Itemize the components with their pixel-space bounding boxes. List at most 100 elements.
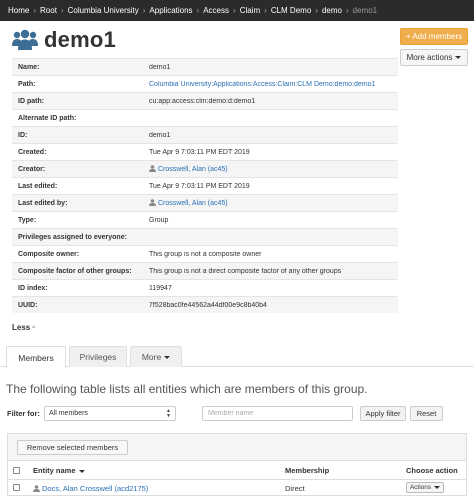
breadcrumb-separator-icon: › [33, 6, 37, 15]
detail-row-uuid: UUID: 7f528bac0fe44562a44df00e9c8b40b4 [12, 296, 398, 313]
detail-label: Created: [18, 148, 47, 156]
detail-label: ID index: [18, 284, 48, 292]
apply-filter-button[interactable]: Apply filter [360, 406, 406, 421]
detail-label: Composite factor of other groups: [18, 267, 132, 275]
breadcrumb-separator-icon: › [60, 6, 64, 15]
breadcrumb-applications[interactable]: Applications [149, 6, 192, 15]
member-name-input[interactable] [202, 406, 353, 421]
members-table-header: Entity name Membership Choose action [8, 461, 466, 480]
membership-cell: Direct [285, 484, 305, 493]
tab-more[interactable]: More [130, 346, 182, 367]
tab-members[interactable]: Members [6, 346, 66, 368]
breadcrumb-separator-icon: › [264, 6, 267, 15]
breadcrumb-separator-icon: › [196, 6, 200, 15]
detail-value: 7f528bac0fe44562a44df00e9c8b40b4 [149, 301, 267, 309]
detail-row-composite-factor: Composite factor of other groups: This g… [12, 262, 398, 279]
caret-down-icon [434, 486, 441, 489]
entity-link[interactable]: Docs, Alan Crosswell (acd2175) [42, 484, 148, 493]
tabs-bar: Members Privileges More [0, 345, 474, 368]
page-header: demo1 [12, 26, 116, 54]
user-icon [149, 199, 156, 206]
filter-select-value: All members [49, 410, 88, 417]
last-edited-by-link[interactable]: Crosswell, Alan (ac45) [158, 200, 228, 207]
detail-label: Type: [18, 216, 37, 224]
add-members-button[interactable]: + Add members [400, 28, 468, 45]
detail-value: demo1 [149, 131, 171, 139]
caret-down-icon [455, 56, 462, 59]
detail-value: demo1 [149, 63, 171, 71]
remove-selected-members-button[interactable]: Remove selected members [17, 440, 128, 455]
caret-down-icon [164, 355, 171, 359]
breadcrumb-separator-icon: › [315, 6, 318, 15]
detail-label: Name: [18, 63, 40, 71]
entity-name-column-header[interactable]: Entity name [33, 466, 85, 475]
filter-select[interactable]: All members ▲ ▼ [44, 406, 176, 421]
breadcrumb-columbia[interactable]: Columbia University [68, 6, 139, 15]
detail-row-id-path: ID path: cu:app:access:clm:demo:d:demo1 [12, 92, 398, 109]
user-icon [149, 165, 156, 172]
breadcrumb-home[interactable]: Home [8, 6, 29, 15]
detail-label: Privileges assigned to everyone: [18, 233, 127, 241]
detail-row-last-edited-by: Last edited by: Crosswell, Alan (ac45) [12, 194, 398, 211]
choose-action-column-header: Choose action [406, 466, 458, 475]
reset-button[interactable]: Reset [410, 406, 443, 421]
detail-label: Alternate ID path: [18, 114, 77, 122]
detail-row-id-index: ID index: 119947 [12, 279, 398, 296]
detail-row-alternate-id-path: Alternate ID path: [12, 109, 398, 126]
breadcrumb-clm-demo[interactable]: CLM Demo [271, 6, 311, 15]
detail-row-composite-owner: Composite owner: This group is not a com… [12, 245, 398, 262]
less-label: Less [12, 323, 31, 332]
row-actions-button[interactable]: Actions [406, 482, 444, 493]
detail-value: This group is not a composite owner [149, 250, 262, 258]
select-arrows-icon: ▲ ▼ [166, 408, 171, 419]
members-table: Remove selected members Entity name Memb… [7, 433, 467, 496]
members-table-toolbar: Remove selected members [8, 434, 466, 461]
breadcrumb-root[interactable]: Root [40, 6, 57, 15]
detail-value: Crosswell, Alan (ac45) [149, 165, 398, 173]
sort-caret-icon [78, 469, 85, 473]
detail-row-path: Path: Columbia University:Applications:A… [12, 75, 398, 92]
detail-row-name: Name: demo1 [12, 58, 398, 75]
tab-privileges[interactable]: Privileges [69, 346, 127, 367]
creator-link[interactable]: Crosswell, Alan (ac45) [158, 166, 228, 173]
user-icon [33, 485, 40, 492]
caret-up-icon: ^ [32, 326, 36, 332]
breadcrumb-demo[interactable]: demo [322, 6, 342, 15]
detail-label: Path: [18, 80, 36, 88]
breadcrumb-current: demo1 [352, 6, 378, 15]
membership-column-header: Membership [285, 466, 330, 475]
detail-value-path-link[interactable]: Columbia University:Applications:Access:… [149, 81, 398, 88]
detail-value: Group [149, 216, 169, 224]
filter-label: Filter for: [7, 409, 40, 418]
breadcrumb-claim[interactable]: Claim [240, 6, 260, 15]
detail-row-privileges-everyone: Privileges assigned to everyone: [12, 228, 398, 245]
less-toggle[interactable]: Less ^ [12, 323, 35, 332]
row-actions-label: Actions [409, 484, 432, 491]
row-checkbox[interactable] [13, 484, 20, 491]
detail-value: Tue Apr 9 7:03:11 PM EDT 2019 [149, 148, 250, 156]
detail-value: Tue Apr 9 7:03:11 PM EDT 2019 [149, 182, 250, 190]
more-actions-label: More actions [406, 53, 453, 62]
detail-label: Last edited: [18, 182, 58, 190]
select-all-checkbox[interactable] [13, 467, 20, 474]
breadcrumb: Home › Root › Columbia University › Applica… [0, 0, 474, 21]
breadcrumb-access[interactable]: Access [203, 6, 229, 15]
page-title: demo1 [44, 27, 116, 52]
table-row: Docs, Alan Crosswell (acd2175) Direct Ac… [8, 480, 466, 496]
tab-more-label: More [141, 352, 162, 362]
detail-label: UUID: [18, 301, 38, 309]
detail-row-id: ID: demo1 [12, 126, 398, 143]
detail-label: Composite owner: [18, 250, 80, 258]
detail-value: 119947 [149, 284, 172, 292]
breadcrumb-separator-icon: › [142, 6, 146, 15]
group-icon [12, 29, 38, 50]
members-intro-text: The following table lists all entities w… [6, 382, 368, 396]
entity-name-header-label: Entity name [33, 466, 76, 475]
breadcrumb-separator-icon: › [233, 6, 236, 15]
more-actions-button[interactable]: More actions [400, 49, 468, 66]
entity-cell: Docs, Alan Crosswell (acd2175) [33, 484, 148, 493]
detail-label: ID path: [18, 97, 45, 105]
detail-row-type: Type: Group [12, 211, 398, 228]
detail-row-last-edited: Last edited: Tue Apr 9 7:03:11 PM EDT 20… [12, 177, 398, 194]
detail-row-creator: Creator: Crosswell, Alan (ac45) [12, 160, 398, 177]
